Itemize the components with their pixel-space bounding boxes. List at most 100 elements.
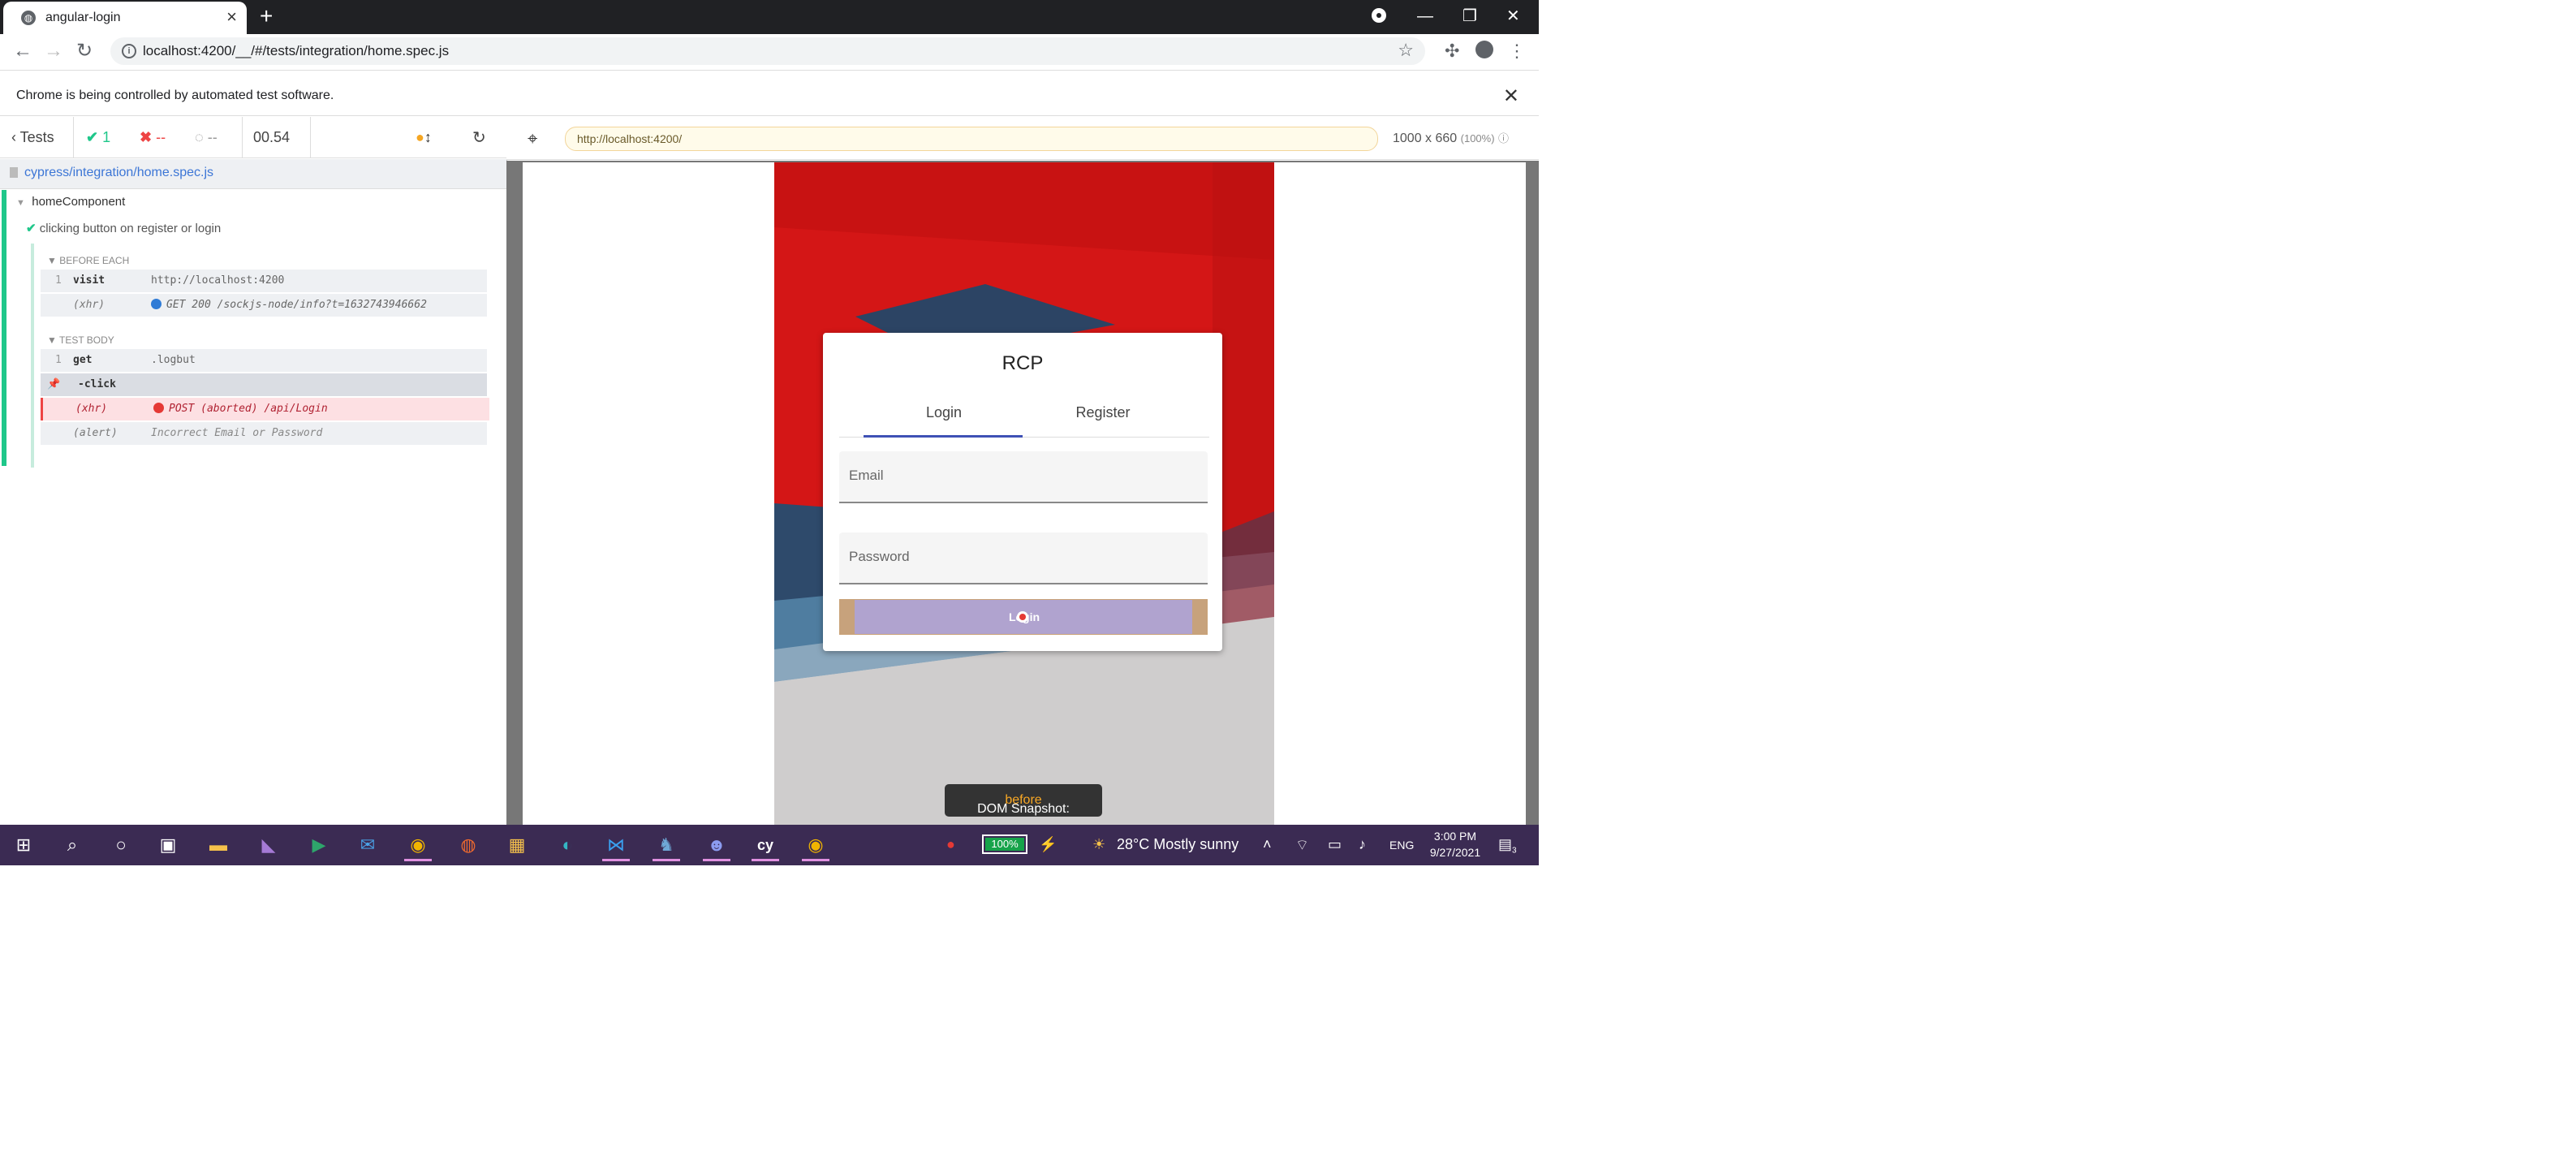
weather-icon[interactable]: ☀ bbox=[1092, 836, 1105, 853]
record-icon[interactable] bbox=[1372, 8, 1386, 23]
mail-icon[interactable]: ✉ bbox=[354, 831, 381, 859]
info-icon[interactable]: ⓘ bbox=[1498, 132, 1509, 144]
chevron-up-icon[interactable]: ˄ bbox=[1263, 836, 1272, 853]
rerun-icon[interactable]: ↻ bbox=[472, 127, 486, 148]
email-placeholder: Email bbox=[849, 468, 884, 483]
language-indicator[interactable]: ENG bbox=[1389, 839, 1414, 852]
close-tab-icon[interactable]: × bbox=[226, 8, 237, 26]
site-info-icon[interactable]: i bbox=[122, 44, 136, 58]
new-tab-icon[interactable]: + bbox=[260, 5, 273, 28]
before-each-header[interactable]: ▼ BEFORE EACH bbox=[47, 255, 129, 266]
xhr-status-dot bbox=[151, 299, 162, 309]
auto-scroll-icon[interactable]: ●↕ bbox=[416, 129, 432, 146]
selector-playground-icon[interactable]: ⌖ bbox=[528, 128, 537, 149]
task-view-icon[interactable]: ▣ bbox=[154, 831, 182, 859]
plug-icon: ⚡ bbox=[1039, 836, 1058, 852]
x-icon: ✖ bbox=[140, 129, 153, 145]
aut-header: ⌖ http://localhost:4200/ 1000 x 660 (100… bbox=[506, 117, 1539, 160]
address-url[interactable]: localhost:4200/__/#/tests/integration/ho… bbox=[143, 43, 449, 59]
login-card: RCP Login Register Email Password Login bbox=[823, 333, 1222, 651]
tab-login[interactable]: Login bbox=[864, 404, 1024, 421]
discord-icon[interactable]: ☻ bbox=[703, 831, 730, 861]
cortana-icon[interactable]: ○ bbox=[107, 831, 135, 859]
tab-title: angular-login bbox=[45, 11, 121, 24]
suite-item[interactable]: ▼ homeComponent bbox=[16, 195, 125, 209]
chrome-icon[interactable]: ◉ bbox=[802, 831, 829, 861]
battery-icon[interactable]: ▭ bbox=[1328, 836, 1342, 853]
volume-icon[interactable]: ♪ bbox=[1359, 836, 1366, 853]
windows-start-icon[interactable]: ⊞ bbox=[10, 831, 37, 859]
bookmark-star-icon[interactable]: ☆ bbox=[1398, 40, 1414, 61]
cypress-reporter: ‹ Tests ✔ 1 ✖ -- ◌ -- 00.54 ●↕ ↻ cypress… bbox=[0, 117, 507, 825]
aut-url-bar: http://localhost:4200/ bbox=[565, 127, 1378, 151]
menu-icon[interactable]: ⋮ bbox=[1508, 41, 1526, 62]
close-window-icon[interactable]: ✕ bbox=[1506, 5, 1520, 28]
browser-tabstrip: ◍ angular-login × + — ❐ ✕ bbox=[0, 0, 1539, 34]
passed-count: ✔ 1 bbox=[86, 129, 111, 145]
email-field[interactable]: Email bbox=[839, 451, 1208, 503]
click-target-icon bbox=[1017, 611, 1028, 623]
test-item[interactable]: ✔ clicking button on register or login bbox=[26, 221, 221, 235]
chevron-left-icon: ‹ bbox=[11, 129, 20, 145]
infobar-close-icon[interactable]: ✕ bbox=[1503, 84, 1519, 108]
reload-icon[interactable]: ↻ bbox=[76, 41, 93, 62]
restore-icon[interactable]: ❐ bbox=[1462, 5, 1477, 28]
postgres-icon[interactable]: ♞ bbox=[653, 831, 680, 861]
spinner-icon: ◌ bbox=[195, 129, 204, 145]
command-row[interactable]: (alert) Incorrect Email or Password bbox=[41, 422, 487, 445]
duration: 00.54 bbox=[253, 129, 291, 145]
command-row[interactable]: 1 visit http://localhost:4200 bbox=[41, 270, 487, 292]
spec-file-link[interactable]: cypress/integration/home.spec.js bbox=[24, 166, 213, 180]
battery-indicator[interactable]: 100% bbox=[982, 834, 1027, 854]
weather-text[interactable]: 28°C Mostly sunny bbox=[1117, 836, 1238, 853]
caret-down-icon: ▼ bbox=[47, 255, 57, 266]
command-row[interactable]: (xhr) GET 200 /sockjs-node/info?t=163274… bbox=[41, 294, 487, 317]
forward-icon[interactable]: → bbox=[44, 41, 63, 62]
command-row[interactable]: 1 get .logbut bbox=[41, 349, 487, 372]
infobar-message: Chrome is being controlled by automated … bbox=[16, 88, 334, 102]
notification-center-icon[interactable]: ▤3 bbox=[1498, 836, 1517, 856]
edge-icon[interactable]: ◐ bbox=[554, 831, 581, 859]
tray-app-icon[interactable]: ● bbox=[946, 836, 955, 853]
store-icon[interactable]: ▦ bbox=[503, 831, 531, 859]
network-icon[interactable]: ⌔ bbox=[1295, 836, 1309, 855]
pending-count: ◌ -- bbox=[195, 129, 218, 145]
app-title: RCP bbox=[1002, 352, 1044, 374]
check-icon: ✔ bbox=[26, 222, 37, 235]
tests-label: Tests bbox=[19, 129, 54, 145]
login-button[interactable]: Login bbox=[839, 599, 1208, 635]
ubuntu-icon[interactable]: ◍ bbox=[454, 831, 482, 859]
runnable-list: ▼ homeComponent ✔ clicking button on reg… bbox=[0, 190, 506, 476]
browser-toolbar: ← → ↻ i localhost:4200/__/#/tests/integr… bbox=[0, 34, 1539, 71]
search-icon[interactable]: ⌕ bbox=[58, 831, 86, 859]
caret-down-icon: ▼ bbox=[16, 198, 25, 208]
tests-button[interactable]: ‹ Tests bbox=[11, 129, 54, 146]
taskbar: ⊞ ⌕ ○ ▣ ▬ ◣ ▶ ✉ ◉ ◍ ▦ ◐ ⋈ ♞ ☻ cy ◉ ● 100… bbox=[0, 825, 1539, 865]
password-placeholder: Password bbox=[849, 549, 910, 564]
pin-icon[interactable]: 📌 bbox=[47, 378, 60, 390]
minimize-icon[interactable]: — bbox=[1417, 5, 1433, 28]
system-clock[interactable]: 3:00 PM 9/27/2021 bbox=[1422, 828, 1488, 860]
chrome-icon[interactable]: ◉ bbox=[404, 831, 432, 861]
vscode-icon[interactable]: ⋈ bbox=[602, 831, 630, 861]
profile-avatar[interactable] bbox=[1475, 41, 1493, 58]
xhr-status-dot bbox=[153, 403, 164, 413]
visual-studio-icon[interactable]: ◣ bbox=[255, 831, 282, 859]
tab-register[interactable]: Register bbox=[1023, 404, 1183, 421]
back-icon[interactable]: ← bbox=[13, 41, 32, 62]
browser-tab[interactable]: ◍ angular-login × bbox=[3, 2, 247, 34]
clock-date: 9/27/2021 bbox=[1429, 846, 1481, 859]
password-field[interactable]: Password bbox=[839, 533, 1208, 584]
address-bar[interactable]: i localhost:4200/__/#/tests/integration/… bbox=[110, 37, 1425, 65]
command-row-pinned[interactable]: 📌 -click bbox=[41, 373, 487, 396]
auth-tabs: Login Register bbox=[839, 395, 1209, 438]
extensions-icon[interactable]: ✣ bbox=[1445, 41, 1459, 62]
spec-bar: cypress/integration/home.spec.js bbox=[0, 159, 506, 189]
test-body-header[interactable]: ▼ TEST BODY bbox=[47, 334, 114, 346]
clock-time: 3:00 PM bbox=[1433, 830, 1477, 843]
app-icon[interactable]: ▶ bbox=[305, 831, 333, 859]
globe-icon: ◍ bbox=[21, 11, 36, 25]
file-explorer-icon[interactable]: ▬ bbox=[205, 831, 232, 859]
cypress-icon[interactable]: cy bbox=[752, 831, 779, 861]
command-row-error[interactable]: (xhr) POST (aborted) /api/Login bbox=[41, 398, 489, 420]
